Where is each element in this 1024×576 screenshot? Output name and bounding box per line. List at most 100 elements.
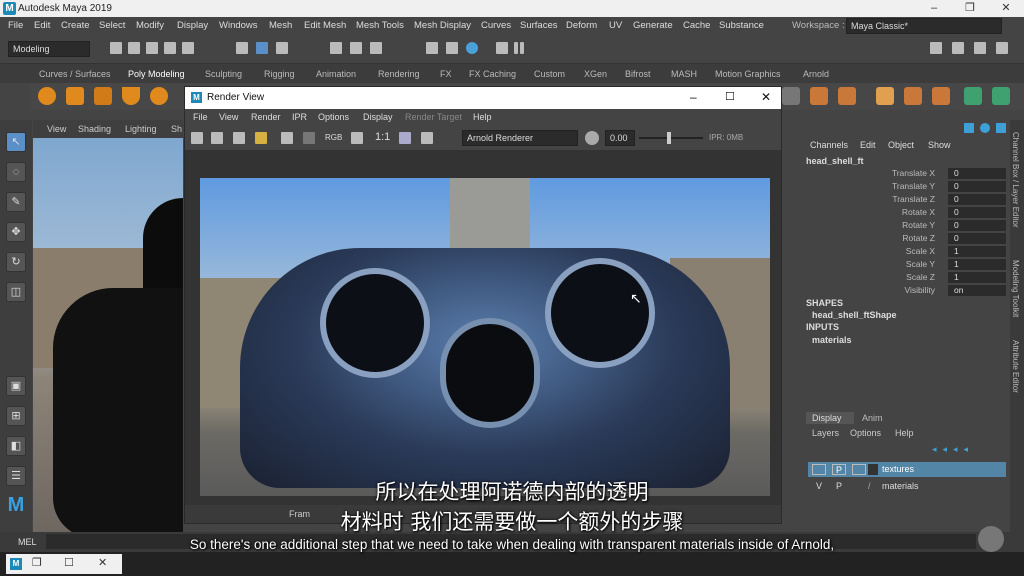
attribute-editor-icon[interactable] <box>974 42 986 54</box>
scale-tool-icon[interactable]: ◫ <box>6 282 26 302</box>
cb-menu-object[interactable]: Object <box>888 140 914 150</box>
layer-menu-help[interactable]: Help <box>895 428 914 438</box>
select-tool-icon[interactable]: ↖ <box>6 132 26 152</box>
attr-value[interactable]: 0 <box>948 233 1006 244</box>
layer-type-toggle[interactable] <box>852 464 866 475</box>
shelf-tab-curves[interactable]: Curves / Surfaces <box>39 69 111 79</box>
redo-render-icon[interactable] <box>191 132 203 144</box>
cb-menu-edit[interactable]: Edit <box>860 140 876 150</box>
shelf-tab-xgen[interactable]: XGen <box>584 69 607 79</box>
menu-modify[interactable]: Modify <box>136 20 164 31</box>
snap-curve-icon[interactable] <box>350 42 362 54</box>
menu-windows[interactable]: Windows <box>219 20 258 31</box>
side-tab-attribute-editor[interactable]: Attribute Editor <box>1011 340 1020 393</box>
ipr-icon[interactable] <box>281 132 293 144</box>
lasso-tool-icon[interactable]: ◌ <box>6 162 26 182</box>
layer-tab-anim[interactable]: Anim <box>862 413 883 423</box>
layer-visibility-toggle[interactable] <box>812 464 826 475</box>
snapshot-icon[interactable] <box>233 132 245 144</box>
exposure-reset-icon[interactable] <box>585 131 599 145</box>
vp-menu-show[interactable]: Sh <box>171 124 182 134</box>
shelf-tab-arnold[interactable]: Arnold <box>803 69 829 79</box>
attr-value[interactable]: 0 <box>948 207 1006 218</box>
rgb-channel-button[interactable]: RGB <box>325 133 342 142</box>
vp-menu-shading[interactable]: Shading <box>78 124 111 134</box>
rv-menu-display[interactable]: Display <box>363 112 393 122</box>
poly-cone-icon[interactable] <box>122 87 140 105</box>
menu-edit-mesh[interactable]: Edit Mesh <box>304 20 346 31</box>
edge-loop-icon[interactable] <box>904 87 922 105</box>
new-scene-icon[interactable] <box>110 42 122 54</box>
mode-dropdown[interactable]: Modeling <box>8 41 90 57</box>
uv-editor-icon[interactable] <box>964 87 982 105</box>
single-perspective-icon[interactable]: ▣ <box>6 376 26 396</box>
alpha-channel-icon[interactable] <box>351 132 363 144</box>
render-frame-icon[interactable] <box>426 42 438 54</box>
shelf-tab-fx-caching[interactable]: FX Caching <box>469 69 516 79</box>
exposure-field[interactable]: 0.00 <box>605 130 635 146</box>
shelf-tab-mash[interactable]: MASH <box>671 69 697 79</box>
attr-value[interactable]: 0 <box>948 181 1006 192</box>
attr-value[interactable]: on <box>948 285 1006 296</box>
layer-menu-options[interactable]: Options <box>850 428 881 438</box>
attr-value[interactable]: 1 <box>948 259 1006 270</box>
shelf-tab-rigging[interactable]: Rigging <box>264 69 295 79</box>
render-canvas[interactable]: ↖ <box>185 151 781 505</box>
layer-playback-toggle[interactable]: P <box>832 464 846 475</box>
bevel-icon[interactable] <box>782 87 800 105</box>
shelf-tab-bifrost[interactable]: Bifrost <box>625 69 651 79</box>
close-button[interactable]: ✕ <box>988 0 1024 17</box>
attr-value[interactable]: 0 <box>948 194 1006 205</box>
render-settings-icon[interactable] <box>466 42 478 54</box>
menu-edit[interactable]: Edit <box>34 20 50 31</box>
display-real-size-icon[interactable] <box>421 132 433 144</box>
poly-torus-icon[interactable] <box>150 87 168 105</box>
layer-tab-display[interactable]: Display <box>812 413 842 423</box>
multi-cut-icon[interactable] <box>876 87 894 105</box>
menu-mesh-tools[interactable]: Mesh Tools <box>356 20 404 31</box>
shelf-tab-animation[interactable]: Animation <box>316 69 356 79</box>
vp-menu-lighting[interactable]: Lighting <box>125 124 157 134</box>
shape-name[interactable]: head_shell_ftShape <box>812 310 897 320</box>
channel-box-icon-2[interactable] <box>980 123 990 133</box>
menu-cache[interactable]: Cache <box>683 20 710 31</box>
minimized-window[interactable]: M ❐ ☐ ✕ <box>6 554 122 574</box>
side-tab-modeling-toolkit[interactable]: Modeling Toolkit <box>1011 260 1020 317</box>
rv-menu-help[interactable]: Help <box>473 112 492 122</box>
shelf-tab-fx[interactable]: FX <box>440 69 452 79</box>
vp-menu-view[interactable]: View <box>47 124 66 134</box>
menu-select[interactable]: Select <box>99 20 125 31</box>
menu-file[interactable]: File <box>8 20 23 31</box>
tool-settings-icon[interactable] <box>996 42 1008 54</box>
modeling-toolkit-icon[interactable] <box>952 42 964 54</box>
snap-grid-icon[interactable] <box>330 42 342 54</box>
minimize-button[interactable]: – <box>916 0 952 17</box>
rv-menu-options[interactable]: Options <box>318 112 349 122</box>
poly-cube-icon[interactable] <box>66 87 84 105</box>
ipr-render-icon[interactable] <box>446 42 458 54</box>
exposure-slider-handle[interactable] <box>667 132 671 144</box>
layer-menu-layers[interactable]: Layers <box>812 428 839 438</box>
close-icon[interactable]: ✕ <box>98 556 107 569</box>
channel-box-icon-3[interactable] <box>996 123 1006 133</box>
object-name[interactable]: head_shell_ft <box>806 156 864 166</box>
channel-box-icon-1[interactable] <box>964 123 974 133</box>
undo-icon[interactable] <box>164 42 176 54</box>
layer-row[interactable]: P textures <box>808 462 1006 477</box>
renderer-dropdown[interactable]: Arnold Renderer <box>462 130 578 146</box>
combine-icon[interactable] <box>810 87 828 105</box>
menu-deform[interactable]: Deform <box>566 20 597 31</box>
select-hierarchy-icon[interactable] <box>236 42 248 54</box>
rv-menu-ipr[interactable]: IPR <box>292 112 307 122</box>
ratio-button[interactable]: 1:1 <box>375 131 390 143</box>
fit-image-icon[interactable] <box>399 132 411 144</box>
snap-point-icon[interactable] <box>370 42 382 54</box>
shelf-tab-custom[interactable]: Custom <box>534 69 565 79</box>
maximize-icon[interactable]: ☐ <box>64 556 74 569</box>
poly-sphere-icon[interactable] <box>38 87 56 105</box>
attr-value[interactable]: 0 <box>948 168 1006 179</box>
menu-uv[interactable]: UV <box>609 20 622 31</box>
poly-cylinder-icon[interactable] <box>94 87 112 105</box>
rv-close-button[interactable]: ✕ <box>761 90 771 104</box>
paint-select-icon[interactable]: ✎ <box>6 192 26 212</box>
